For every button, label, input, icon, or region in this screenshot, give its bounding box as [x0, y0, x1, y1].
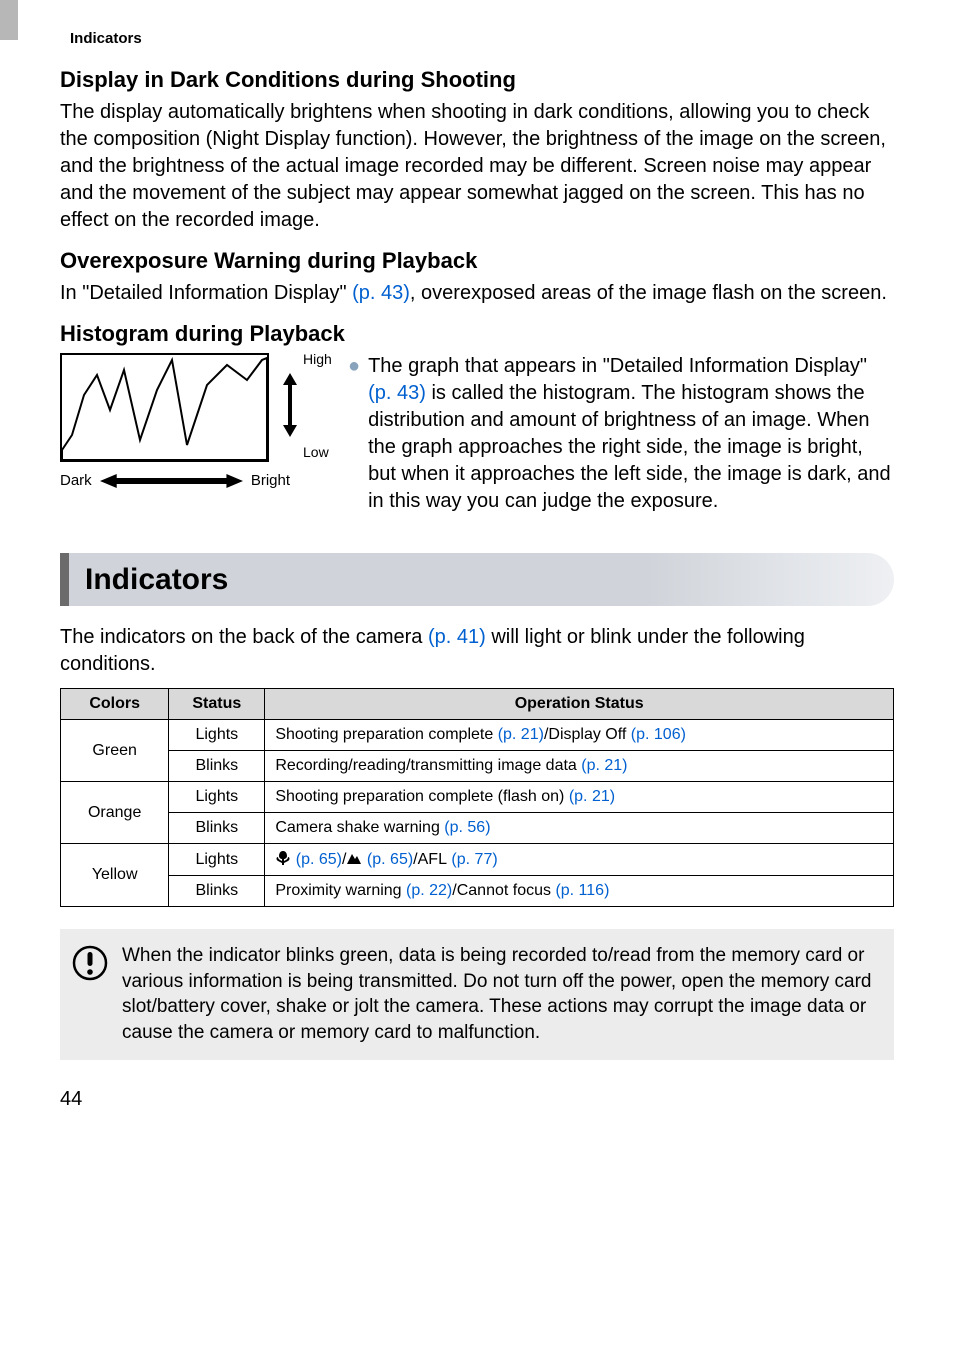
text: /Cannot focus [452, 882, 555, 899]
text: Shooting preparation complete (flash on) [275, 788, 569, 805]
page-ref-link[interactable]: (p. 21) [498, 726, 544, 743]
page-ref-link[interactable]: (p. 43) [368, 382, 426, 404]
cell-color: Green [61, 720, 169, 782]
caution-icon [72, 945, 108, 981]
page-ref-link[interactable]: (p. 41) [428, 626, 486, 648]
page-ref-link[interactable]: (p. 106) [631, 726, 686, 743]
page-ref-link[interactable]: (p. 21) [569, 788, 615, 805]
section-title-indicators: Indicators [60, 553, 894, 606]
page-ref-link[interactable]: (p. 65) [296, 851, 342, 868]
afl-label: AFL [418, 851, 447, 868]
table-row: Green Lights Shooting preparation comple… [61, 720, 894, 751]
table-row: Blinks Proximity warning (p. 22)/Cannot … [61, 876, 894, 907]
text: , overexposed areas of the image flash o… [410, 282, 887, 304]
paragraph-indicators-intro: The indicators on the back of the camera… [60, 624, 894, 678]
text: Shooting preparation complete [275, 726, 497, 743]
page-ref-link[interactable]: (p. 65) [367, 851, 413, 868]
label-bright: Bright [251, 472, 290, 489]
page-ref-link[interactable]: (p. 77) [451, 851, 497, 868]
label-dark: Dark [60, 472, 92, 489]
page-ref-link[interactable]: (p. 116) [555, 882, 609, 899]
table-row: Yellow Lights (p. 65)/ (p. 65)/AFL (p. 7… [61, 844, 894, 876]
text: The indicators on the back of the camera [60, 626, 428, 648]
page-number: 44 [60, 1088, 894, 1111]
table-header-row: Colors Status Operation Status [61, 689, 894, 720]
heading-overexposure: Overexposure Warning during Playback [60, 248, 894, 274]
col-operation: Operation Status [265, 689, 894, 720]
horizontal-arrow-icon [100, 474, 243, 488]
cell-operation: Proximity warning (p. 22)/Cannot focus (… [265, 876, 894, 907]
table-row: Orange Lights Shooting preparation compl… [61, 782, 894, 813]
page-ref-link[interactable]: (p. 22) [406, 882, 452, 899]
text: In "Detailed Information Display" [60, 282, 352, 304]
cell-status: Blinks [169, 876, 265, 907]
paragraph-dark-display: The display automatically brightens when… [60, 99, 894, 234]
text: is called the histogram. The histogram s… [368, 382, 891, 512]
paragraph-overexposure: In "Detailed Information Display" (p. 43… [60, 280, 894, 307]
heading-histogram: Histogram during Playback [60, 321, 894, 347]
indicators-table: Colors Status Operation Status Green Lig… [60, 688, 894, 907]
label-high: High [303, 351, 332, 367]
cell-status: Lights [169, 844, 265, 876]
cell-status: Lights [169, 720, 265, 751]
cell-operation: Camera shake warning (p. 56) [265, 813, 894, 844]
col-status: Status [169, 689, 265, 720]
page-ref-link[interactable]: (p. 21) [581, 757, 627, 774]
paragraph-histogram: The graph that appears in "Detailed Info… [368, 353, 894, 515]
cell-operation: (p. 65)/ (p. 65)/AFL (p. 77) [265, 844, 894, 876]
table-row: Blinks Recording/reading/transmitting im… [61, 751, 894, 782]
side-tab [0, 0, 18, 40]
table-row: Blinks Camera shake warning (p. 56) [61, 813, 894, 844]
caution-text: When the indicator blinks green, data is… [122, 943, 878, 1046]
cell-status: Lights [169, 782, 265, 813]
text: Camera shake warning [275, 819, 444, 836]
macro-icon [275, 851, 291, 868]
histogram-graph [60, 353, 269, 462]
running-header: Indicators [70, 30, 894, 47]
cell-operation: Shooting preparation complete (flash on)… [265, 782, 894, 813]
cell-operation: Shooting preparation complete (p. 21)/Di… [265, 720, 894, 751]
text: /Display Off [544, 726, 631, 743]
page-ref-link[interactable]: (p. 56) [444, 819, 490, 836]
histogram-figure: High Low Dark Bright [60, 353, 330, 515]
label-low: Low [303, 444, 329, 460]
text: Recording/reading/transmitting image dat… [275, 757, 581, 774]
cell-operation: Recording/reading/transmitting image dat… [265, 751, 894, 782]
cell-color: Orange [61, 782, 169, 844]
page-ref-link[interactable]: (p. 43) [352, 282, 410, 304]
text: The graph that appears in "Detailed Info… [368, 355, 867, 377]
cell-status: Blinks [169, 751, 265, 782]
mountain-icon [346, 851, 362, 868]
caution-note: When the indicator blinks green, data is… [60, 929, 894, 1060]
cell-color: Yellow [61, 844, 169, 907]
text: Proximity warning [275, 882, 406, 899]
cell-status: Blinks [169, 813, 265, 844]
heading-dark-display: Display in Dark Conditions during Shooti… [60, 67, 894, 93]
col-colors: Colors [61, 689, 169, 720]
vertical-arrow-icon [283, 373, 297, 437]
bullet-icon: ● [348, 353, 360, 515]
